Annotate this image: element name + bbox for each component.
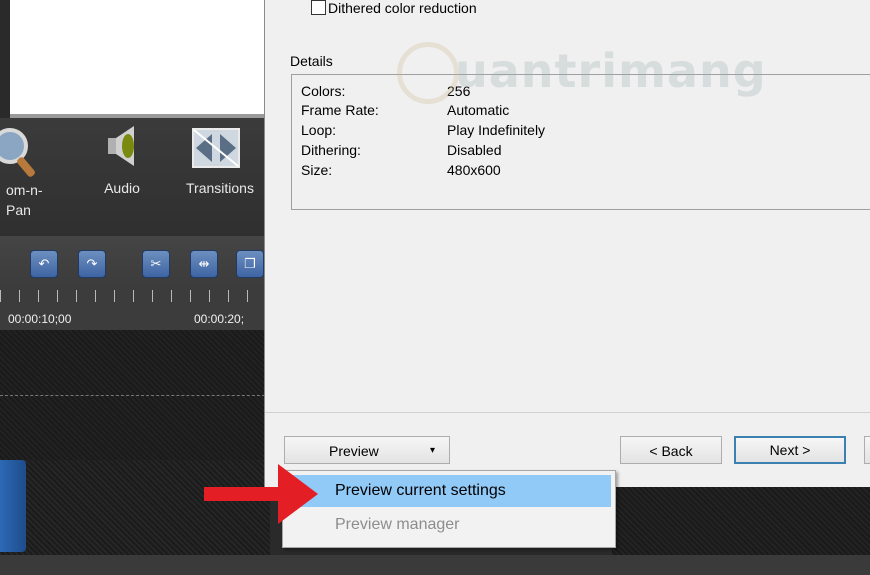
cut-button[interactable]: ✂	[142, 250, 170, 278]
details-key: Frame Rate:	[301, 102, 379, 118]
zoom-label-line2: Pan	[6, 202, 31, 218]
finish-button-partial[interactable]	[864, 436, 870, 464]
preview-dropdown-button[interactable]: Preview ▾	[284, 436, 450, 464]
details-row-size: Size: 480x600	[301, 161, 501, 179]
details-row-frame-rate: Frame Rate: Automatic	[301, 101, 509, 119]
undo-button[interactable]: ↶	[30, 250, 58, 278]
audio-tool[interactable]: Audio	[94, 122, 150, 196]
speaker-icon	[108, 126, 134, 166]
details-row-dithering: Dithering: Disabled	[301, 141, 501, 159]
copy-icon: ❐	[244, 256, 256, 271]
timeline-ruler[interactable]: 00:00:10;00 00:00:20;	[0, 284, 270, 330]
audio-label: Audio	[104, 180, 140, 196]
transitions-icon	[192, 128, 240, 168]
details-key: Colors:	[301, 83, 346, 99]
time-label-10s: 00:00:10;00	[8, 312, 72, 326]
tools-bar: om-n- Pan Audio Transitions	[0, 118, 270, 236]
red-arrow-icon	[204, 464, 318, 524]
media-clip[interactable]	[0, 460, 26, 552]
timeline-background-right	[612, 487, 870, 555]
details-key: Size:	[301, 162, 333, 178]
magnifier-icon	[0, 128, 35, 177]
video-preview-canvas	[10, 0, 265, 118]
details-value: 480x600	[447, 162, 501, 178]
details-row-loop: Loop: Play Indefinitely	[301, 121, 545, 139]
details-key: Dithering:	[301, 142, 361, 158]
export-wizard-dialog: Dithered color reduction Details Colors:…	[264, 0, 870, 487]
status-band	[0, 555, 870, 575]
menu-item-preview-manager: Preview manager	[335, 516, 460, 533]
details-value: Automatic	[447, 102, 510, 118]
scissors-icon: ✂	[150, 256, 162, 271]
details-panel: Colors: 256 Frame Rate: Automatic Loop: …	[291, 74, 870, 210]
redo-button[interactable]: ↷	[78, 250, 106, 278]
preview-menu: Preview current settings Preview manager	[282, 470, 616, 548]
split-icon: ⇹	[198, 256, 210, 271]
back-button[interactable]: < Back	[620, 436, 722, 464]
footer-divider	[265, 412, 870, 413]
preview-button-label: Preview	[329, 443, 379, 459]
details-key: Loop:	[301, 122, 337, 138]
chevron-down-icon: ▾	[429, 445, 435, 456]
menu-item-preview-current-settings[interactable]: Preview current settings	[285, 475, 611, 507]
ruler-ticks	[0, 290, 270, 302]
copy-button[interactable]: ❐	[236, 250, 264, 278]
dithered-option[interactable]: Dithered color reduction	[311, 0, 477, 16]
details-title: Details	[290, 53, 333, 69]
redo-icon: ↷	[86, 256, 98, 271]
details-value: Disabled	[447, 142, 502, 158]
track-divider	[0, 395, 270, 396]
next-button[interactable]: Next >	[734, 436, 846, 464]
undo-icon: ↶	[38, 256, 50, 271]
details-row-colors: Colors: 256	[301, 82, 470, 100]
details-value: 256	[447, 83, 471, 99]
details-value: Play Indefinitely	[447, 122, 546, 138]
split-button[interactable]: ⇹	[190, 250, 218, 278]
time-label-20s: 00:00:20;	[194, 312, 245, 326]
dithered-label: Dithered color reduction	[328, 0, 477, 16]
dithered-checkbox[interactable]	[311, 0, 326, 15]
zoom-label-line1: om-n-	[6, 182, 43, 198]
transitions-tool[interactable]: Transitions	[170, 128, 270, 196]
transitions-label: Transitions	[186, 180, 254, 196]
timeline-tracks[interactable]	[0, 330, 270, 460]
